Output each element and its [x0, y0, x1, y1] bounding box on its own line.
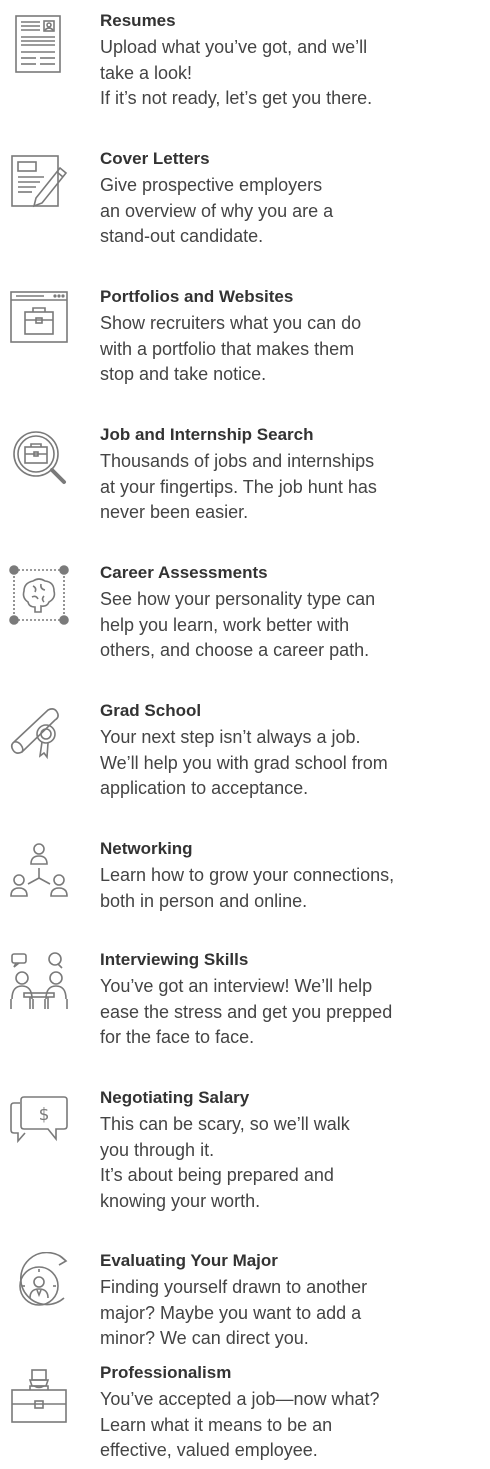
item-description: Your next step isn’t always a job. We’ll…	[100, 727, 388, 798]
service-list: Resumes Upload what you’ve got, and we’l…	[0, 0, 490, 1469]
item-description: You’ve got an interview! We’ll help ease…	[100, 976, 393, 1047]
item-description: Thousands of jobs and internships at you…	[100, 451, 377, 522]
cover-letter-icon	[8, 150, 70, 212]
networking-icon	[8, 840, 70, 902]
brain-assessment-icon	[8, 564, 70, 626]
item-description: You’ve accepted a job—now what? Learn wh…	[100, 1389, 380, 1460]
item-description: This can be scary, so we’ll walk you thr…	[100, 1114, 350, 1211]
item-title: Career Assessments	[100, 563, 268, 582]
item-title: Evaluating Your Major	[100, 1251, 278, 1270]
item-description: Upload what you’ve got, and we’ll take a…	[100, 37, 373, 108]
item-description: Finding yourself drawn to another major?…	[100, 1277, 368, 1348]
item-title: Cover Letters	[100, 149, 210, 168]
svg-text:$: $	[39, 1105, 50, 1125]
salary-chat-icon: $	[8, 1089, 70, 1151]
item-title: Resumes	[100, 11, 176, 30]
resume-icon	[8, 12, 70, 74]
item-title: Job and Internship Search	[100, 425, 314, 444]
item-title: Networking	[100, 839, 193, 858]
item-description: Show recruiters what you can do with a p…	[100, 313, 362, 384]
item-title: Professionalism	[100, 1363, 232, 1382]
portfolio-website-icon	[8, 288, 70, 350]
item-title: Grad School	[100, 701, 202, 720]
item-title: Portfolios and Websites	[100, 287, 294, 306]
job-search-icon	[8, 426, 70, 488]
evaluate-major-icon	[8, 1252, 70, 1314]
diploma-icon	[8, 702, 70, 764]
interview-icon	[8, 951, 70, 1013]
item-title: Interviewing Skills	[100, 950, 249, 969]
item-description: See how your personality type can help y…	[100, 589, 376, 660]
item-description: Learn how to grow your connections, both…	[100, 865, 395, 911]
item-description: Give prospective employers an overview o…	[100, 175, 334, 246]
item-title: Negotiating Salary	[100, 1088, 250, 1107]
professional-briefcase-icon	[8, 1364, 70, 1426]
